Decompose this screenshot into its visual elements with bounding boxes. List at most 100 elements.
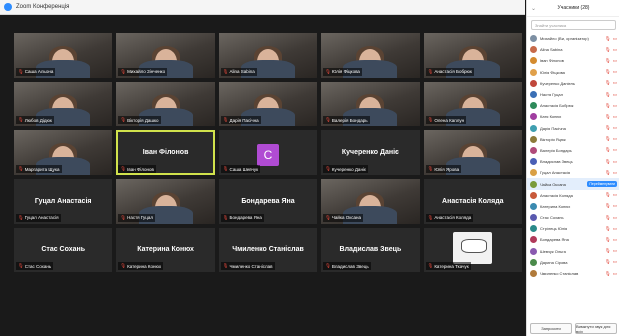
- video-tile[interactable]: 🎙 Михайло Зінченко: [116, 33, 215, 78]
- participant-list-item[interactable]: Анастасія Бобрюк 🎙 ▭: [527, 100, 619, 111]
- muted-mic-icon[interactable]: 🎙: [605, 259, 611, 265]
- participant-list-item[interactable]: Анастасія Коляда 🎙 ▭: [527, 190, 619, 201]
- video-tile[interactable]: 🎙 Юлія Фіцкова: [321, 33, 420, 78]
- video-tile[interactable]: Гуцал Анастасія 🎙 Гуцал Анастасія: [14, 179, 113, 224]
- participant-name: Маргарита Щука: [24, 166, 60, 172]
- muted-mic-icon[interactable]: 🎙: [605, 92, 611, 98]
- video-off-icon: ▭: [612, 69, 617, 75]
- participant-list-item[interactable]: Катерина Конюх 🎙 ▭: [527, 201, 619, 212]
- video-tile[interactable]: Чмиленко Станіслав 🎙 Чмиленко Станіслав: [218, 227, 318, 273]
- video-tile[interactable]: Катерина Конюх 🎙 Катерина Конюх: [116, 227, 215, 273]
- participant-search-input[interactable]: Знайти учасника: [531, 20, 616, 30]
- participant-list-item[interactable]: Вікторія Яцюк 🎙 ▭: [527, 134, 619, 145]
- participant-list-item[interactable]: Гуцал Анастасія 🎙 ▭: [527, 167, 619, 178]
- participant-list-item[interactable]: Стрілець Юлія 🎙 ▭: [527, 223, 619, 234]
- video-tile[interactable]: 🎙 Дарія Пасічна: [218, 81, 318, 127]
- muted-mic-icon[interactable]: 🎙: [605, 271, 611, 277]
- video-tile[interactable]: Бондарева Яна 🎙 Бондарева Яна: [218, 179, 318, 224]
- participant-list-item[interactable]: Чмиленко Станіслав 🎙 ▭: [527, 268, 619, 279]
- participant-list-item[interactable]: Стас Сохань 🎙 ▭: [527, 212, 619, 223]
- avatar: [530, 236, 537, 244]
- participant-status-icons: 🎙 ▭: [605, 36, 617, 42]
- participant-list-item[interactable]: Бондарева Яна 🎙 ▭: [527, 234, 619, 245]
- participant-list-item[interactable]: Валерія Бондарь 🎙 ▭: [527, 145, 619, 156]
- participant-name-tag: 🎙 Любов Дідюк: [16, 116, 54, 125]
- participant-list-item[interactable]: Дарина Сірова 🎙 ▭: [527, 257, 619, 268]
- avatar: [530, 46, 537, 54]
- participant-list-item[interactable]: Настя Гуцал 🎙 ▭: [527, 89, 619, 100]
- video-tile[interactable]: 🎙 Alina Sabina: [218, 33, 318, 78]
- video-gallery: 🎙 Саша Альона 🎙 Михайло Зінченко 🎙 Alina Sabi…: [14, 33, 522, 321]
- video-tile[interactable]: 🎙 Чайка Оксана: [321, 179, 420, 224]
- video-tile[interactable]: 🎙 Катерина Ткачук: [423, 227, 522, 273]
- video-tile[interactable]: 🎙 Любов Дідюк: [14, 81, 113, 127]
- muted-mic-icon[interactable]: 🎙: [605, 80, 611, 86]
- video-tile[interactable]: 🎙 Вікторія Дашко: [116, 81, 215, 127]
- muted-mic-icon[interactable]: 🎙: [605, 237, 611, 243]
- participant-list-item[interactable]: Шевчук Ольга 🎙 ▭: [527, 246, 619, 257]
- participant-list-name: Михайло (Ви, організатор): [540, 36, 589, 42]
- participant-name: Вікторія Дашко: [127, 117, 159, 123]
- video-tile[interactable]: C 🎙 Саша Шевчук: [218, 130, 318, 175]
- muted-mic-icon[interactable]: 🎙: [605, 114, 611, 120]
- invite-button[interactable]: Запросити: [530, 323, 572, 334]
- video-off-icon: ▭: [612, 169, 617, 175]
- video-tile[interactable]: 🎙 Настя Гуцал: [116, 179, 215, 224]
- participant-list-item[interactable]: Чайка Оксана Перейменувати: [527, 178, 619, 190]
- video-tile[interactable]: Анастасія Коляда 🎙 Анастасія Коляда: [423, 179, 522, 224]
- participant-list-name: Валерія Бондарь: [540, 147, 572, 153]
- video-tile[interactable]: 🎙 Олена Каплун: [423, 81, 522, 127]
- video-tile[interactable]: 🎙 Маргарита Щука: [14, 130, 113, 175]
- participant-list-item[interactable]: Михайло (Ви, організатор) 🎙 ▭: [527, 33, 619, 44]
- muted-mic-icon[interactable]: 🎙: [605, 58, 611, 64]
- muted-mic-icon[interactable]: 🎙: [605, 159, 611, 165]
- muted-mic-icon[interactable]: 🎙: [605, 69, 611, 75]
- video-tile[interactable]: 🎙 Валерія Бондарь: [321, 81, 420, 127]
- participant-list-item[interactable]: Alina Sabina 🎙 ▭: [527, 44, 619, 55]
- video-off-icon: ▭: [612, 136, 617, 142]
- video-tile[interactable]: 🎙 Юлія Ярова: [423, 130, 522, 175]
- participant-list-item[interactable]: Дарія Пасічна 🎙 ▭: [527, 123, 619, 134]
- muted-mic-icon[interactable]: 🎙: [605, 136, 611, 142]
- participant-list-item[interactable]: Юлія Фіцкова 🎙 ▭: [527, 67, 619, 78]
- muted-mic-icon[interactable]: 🎙: [605, 248, 611, 254]
- muted-mic-icon[interactable]: 🎙: [605, 103, 611, 109]
- video-tile[interactable]: Стас Сохань 🎙 Стас Сохань: [14, 227, 113, 273]
- muted-mic-icon[interactable]: 🎙: [605, 36, 611, 42]
- rename-button[interactable]: Перейменувати: [587, 181, 617, 188]
- participant-name-tag: 🎙 Іван Філонов: [118, 165, 156, 173]
- muted-mic-icon[interactable]: 🎙: [605, 226, 611, 232]
- muted-mic-icon[interactable]: 🎙: [605, 147, 611, 153]
- mute-all-button[interactable]: Вимкнути звук для всіх: [575, 323, 617, 334]
- muted-mic-icon[interactable]: 🎙: [605, 192, 611, 198]
- participant-status-icons: 🎙 ▭: [605, 125, 617, 131]
- participant-list-name: Іван Філонов: [540, 58, 564, 64]
- video-tile[interactable]: Кучеренко Даніє 🎙 Кучеренко Даніє: [321, 130, 420, 175]
- participant-display-name: Стас Сохань: [41, 246, 86, 254]
- chevron-down-icon[interactable]: ⌄: [531, 5, 536, 12]
- participant-display-name: Кучеренко Даніє: [341, 149, 399, 157]
- video-tile[interactable]: Іван Філонов 🎙 Іван Філонов: [116, 130, 215, 175]
- window-titlebar: Zoom Конференція: [0, 0, 525, 15]
- muted-mic-icon[interactable]: 🎙: [605, 47, 611, 53]
- muted-mic-icon[interactable]: 🎙: [605, 170, 611, 176]
- participant-name: Михайло Зінченко: [127, 69, 166, 75]
- participant-list-item[interactable]: Кучеренко Даніель 🎙 ▭: [527, 78, 619, 89]
- avatar: [530, 113, 537, 121]
- video-tile[interactable]: 🎙 Саша Альона: [14, 33, 113, 78]
- participant-name: Бондарева Яна: [229, 215, 262, 221]
- muted-mic-icon: 🎙: [325, 68, 331, 74]
- video-tile[interactable]: 🎙 Анастасія Бобрюк: [423, 33, 522, 78]
- participant-name-tag: 🎙 Чмиленко Станіслав: [220, 262, 275, 271]
- participant-list-item[interactable]: Владислав Звець 🎙 ▭: [527, 156, 619, 167]
- participant-status-icons: 🎙 ▭: [605, 170, 617, 176]
- participant-list-item[interactable]: Іван Філонов 🎙 ▭: [527, 55, 619, 66]
- muted-mic-icon[interactable]: 🎙: [605, 125, 611, 131]
- muted-mic-icon: 🎙: [427, 117, 434, 123]
- participant-list-item[interactable]: Катя Конюх 🎙 ▭: [527, 111, 619, 122]
- muted-mic-icon: 🎙: [325, 117, 331, 123]
- muted-mic-icon[interactable]: 🎙: [605, 203, 611, 209]
- muted-mic-icon[interactable]: 🎙: [605, 215, 611, 221]
- participant-display-name: Гуцал Анастасія: [34, 197, 92, 205]
- video-tile[interactable]: Владислав Звець 🎙 Владислав Звець: [321, 227, 420, 273]
